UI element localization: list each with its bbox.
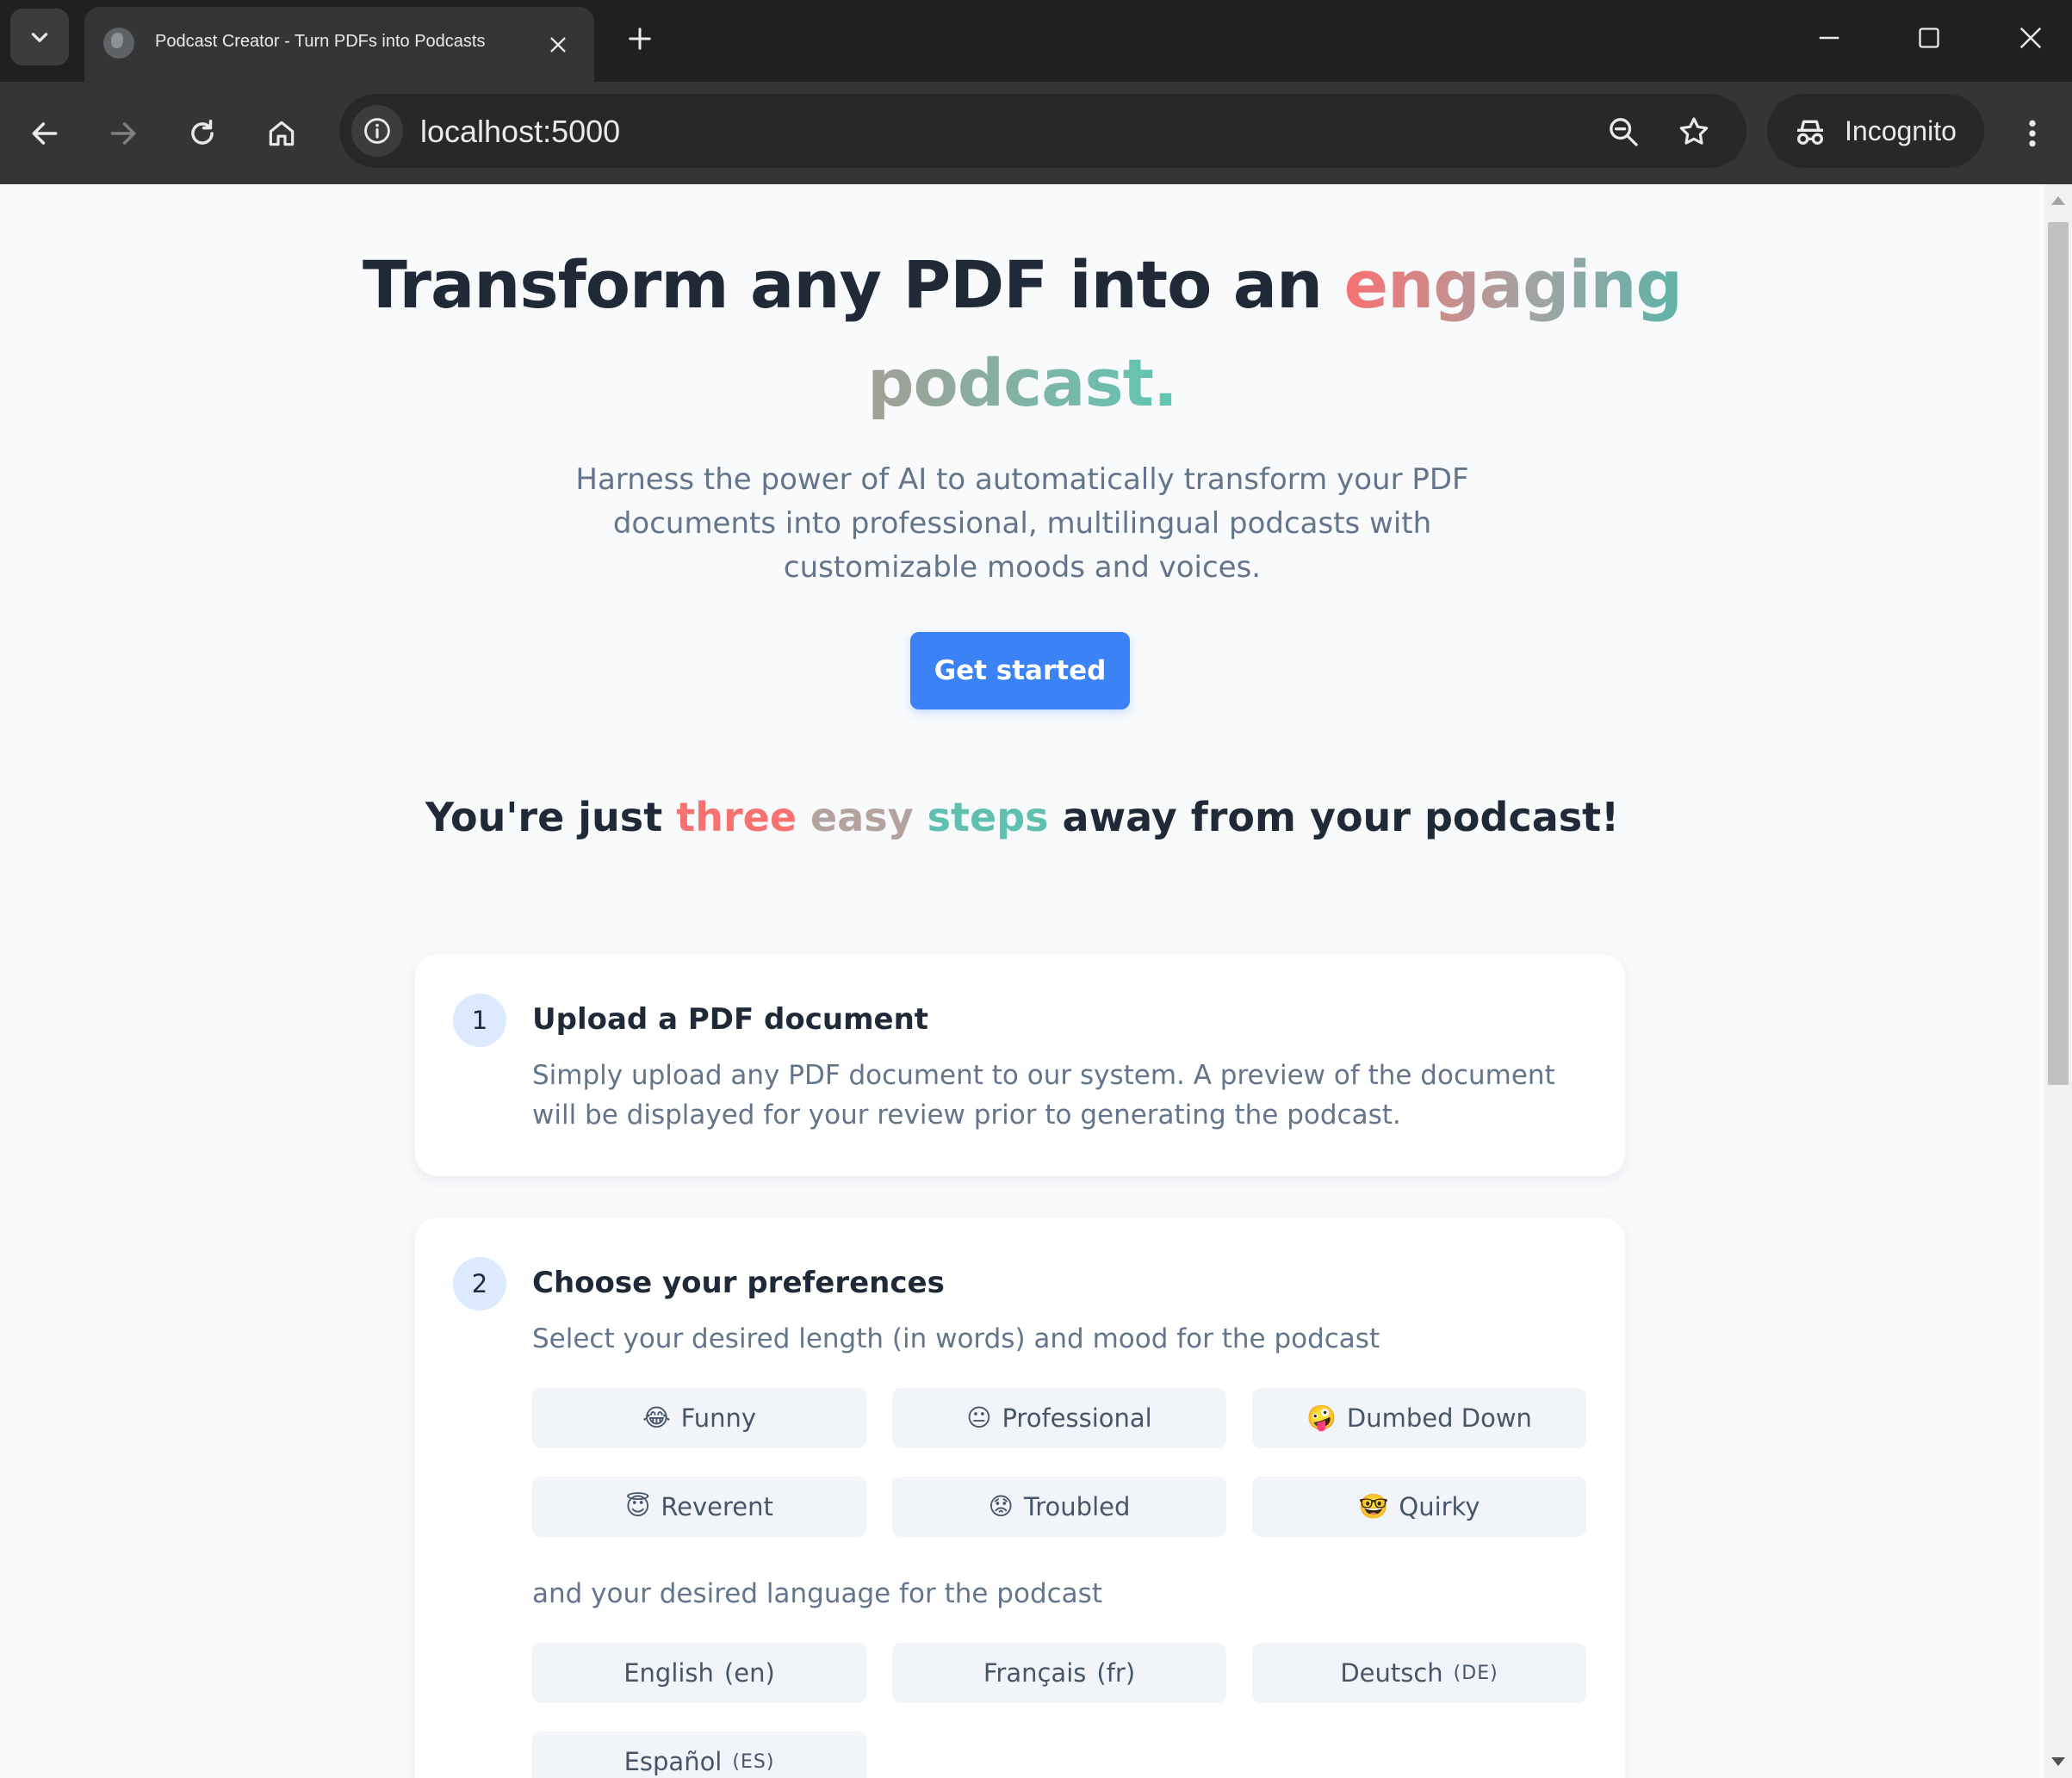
neutral-emoji-icon: 😐 [966,1403,992,1432]
steps-heading-highlight: easy [810,794,914,840]
mood-option-troubled[interactable]: 😟 Troubled [892,1477,1226,1537]
forward-button[interactable] [96,106,151,161]
chevron-down-icon [31,33,48,42]
browser-toolbar: localhost:5000 Incognito [0,82,2072,184]
mood-option-dumbed-down[interactable]: 🤪 Dumbed Down [1252,1388,1586,1448]
language-name: English [623,1658,714,1688]
scroll-down-arrow-icon[interactable] [2051,1757,2065,1766]
laughing-emoji-icon: 😂 [642,1403,671,1432]
close-icon [2019,27,2042,49]
minimize-icon [1819,36,1839,40]
more-vertical-icon [2029,120,2036,147]
page-scrollbar[interactable] [2044,184,2072,1778]
language-name: Español [623,1747,723,1776]
minimize-button[interactable] [1805,17,1853,59]
steps-heading-highlight: three [676,794,797,840]
reload-icon [191,120,214,145]
step-card-upload: 1 Upload a PDF document Simply upload an… [415,954,1625,1176]
language-option-german[interactable]: Deutsch (DE) [1252,1643,1586,1703]
mood-option-professional[interactable]: 😐 Professional [892,1388,1226,1448]
step-title: Choose your preferences [532,1266,945,1300]
incognito-icon [1797,120,1823,145]
maximize-button[interactable] [1905,17,1953,59]
language-name: Deutsch [1340,1658,1443,1688]
tab-search-button[interactable] [10,9,69,65]
mood-option-label: Dumbed Down [1346,1403,1532,1433]
globe-icon [103,28,134,59]
zoom-button[interactable] [1604,112,1643,152]
mood-option-label: Professional [1002,1403,1152,1433]
page-content: Transform any PDF into an engaging podcas… [0,184,2044,1778]
new-tab-button[interactable] [620,19,660,59]
step-card-preferences: 2 Choose your preferences Select your de… [415,1217,1625,1778]
address-bar[interactable]: localhost:5000 [339,94,1746,168]
browser-menu-button[interactable] [2007,108,2058,159]
browser-tab-bar: Podcast Creator - Turn PDFs into Podcast… [0,0,2072,82]
nerd-emoji-icon: 🤓 [1358,1492,1389,1521]
mood-option-reverent[interactable]: 😇 Reverent [532,1477,866,1537]
tab-title: Podcast Creator - Turn PDFs into Podcast… [155,32,486,51]
hero-subtitle: Harness the power of AI to automatically… [575,462,1469,585]
get-started-button[interactable]: Get started [910,632,1130,709]
steps-heading-highlight: steps [927,794,1049,840]
scrollbar-thumb[interactable] [2048,222,2069,1085]
info-icon [364,118,390,144]
home-button[interactable] [254,106,309,161]
mood-option-label: Reverent [661,1492,773,1521]
language-label: and your desired language for the podcas… [532,1578,1102,1609]
mood-option-label: Troubled [1023,1492,1131,1521]
mood-option-label: Funny [680,1403,757,1433]
site-info-button[interactable] [351,105,403,157]
language-name: Français [983,1658,1087,1688]
halo-emoji-icon: 😇 [625,1492,651,1521]
steps-heading-text: You're just [425,794,677,840]
language-code: (DE) [1453,1662,1498,1684]
close-icon [550,37,566,53]
language-code: (en) [723,1658,775,1688]
language-option-spanish[interactable]: Español (ES) [532,1732,866,1778]
incognito-label: Incognito [1845,115,1957,146]
bookmark-button[interactable] [1674,112,1714,152]
close-window-button[interactable] [2007,17,2055,59]
language-code: (fr) [1096,1658,1136,1688]
language-option-french[interactable]: Français (fr) [892,1643,1226,1703]
step-title: Upload a PDF document [532,1002,929,1037]
worried-emoji-icon: 😟 [988,1492,1014,1521]
language-option-english[interactable]: English (en) [532,1643,866,1703]
zoom-out-icon [1610,118,1638,146]
mood-option-funny[interactable]: 😂 Funny [532,1388,866,1448]
hero-title-highlight: engaging [1343,246,1683,323]
zany-emoji-icon: 🤪 [1306,1403,1337,1432]
tab-close-button[interactable] [541,28,575,62]
maximize-icon [1919,28,1939,48]
url-text: localhost:5000 [420,114,621,149]
step-number-badge: 2 [453,1257,506,1310]
arrow-left-icon [32,122,58,145]
home-icon [269,121,295,146]
language-code: (ES) [732,1750,775,1773]
mood-option-label: Quirky [1399,1492,1480,1521]
step-description: Simply upload any PDF document to our sy… [532,1060,1555,1131]
step-number-badge: 1 [453,994,506,1047]
star-icon [1679,117,1709,145]
active-tab[interactable]: Podcast Creator - Turn PDFs into Podcast… [84,7,594,82]
hero-title-text: Transform any PDF into an [363,246,1344,323]
steps-heading-text: away from your podcast! [1048,794,1620,840]
incognito-profile-button[interactable]: Incognito [1767,94,1984,168]
mood-option-quirky[interactable]: 🤓 Quirky [1252,1477,1586,1537]
back-button[interactable] [17,106,72,161]
reload-button[interactable] [175,106,230,161]
mood-label: Select your desired length (in words) an… [532,1323,1380,1354]
arrow-right-icon [110,122,136,145]
plus-icon [629,28,651,50]
hero-title-highlight: podcast. [867,344,1178,421]
scroll-up-arrow-icon[interactable] [2051,196,2065,205]
hero-title: Transform any PDF into an engaging podcas… [0,236,2044,432]
steps-heading: You're just three easy steps away from y… [0,787,2044,847]
